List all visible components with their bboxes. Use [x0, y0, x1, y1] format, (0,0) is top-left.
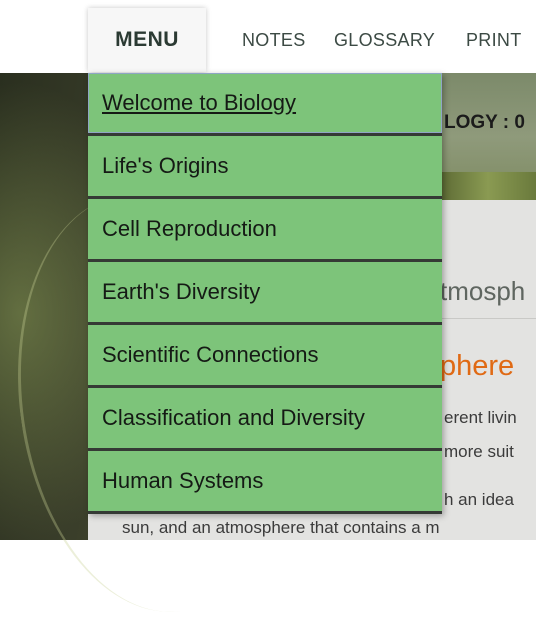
section-subheading: phere — [440, 350, 515, 382]
menu-item-human-systems[interactable]: Human Systems — [88, 451, 442, 514]
menu-item-lifes-origins[interactable]: Life's Origins — [88, 136, 442, 199]
course-title: LOGY : 0 — [444, 112, 525, 133]
menu-dropdown: Welcome to Biology Life's Origins Cell R… — [88, 73, 442, 514]
heading-divider — [440, 318, 536, 319]
menu-item-scientific-connections[interactable]: Scientific Connections — [88, 325, 442, 388]
menu-item-cell-reproduction[interactable]: Cell Reproduction — [88, 199, 442, 262]
body-text-line: h an idea — [444, 490, 514, 509]
print-link[interactable]: PRINT — [466, 30, 522, 51]
menu-item-welcome-to-biology[interactable]: Welcome to Biology — [88, 73, 442, 136]
section-heading: tmosph — [440, 276, 526, 306]
body-text-line: more suit — [444, 442, 514, 461]
menu-item-classification-and-diversity[interactable]: Classification and Diversity — [88, 388, 442, 451]
body-text-line: erent livin — [444, 408, 517, 427]
notes-link[interactable]: NOTES — [242, 30, 306, 51]
body-text-line: sun, and an atmosphere that contains a m — [122, 518, 440, 537]
menu-button[interactable]: MENU — [88, 8, 206, 72]
menu-item-earths-diversity[interactable]: Earth's Diversity — [88, 262, 442, 325]
banner-leaf-strip — [440, 172, 536, 200]
top-navigation-bar: MENU NOTES GLOSSARY PRINT — [0, 0, 536, 74]
glossary-link[interactable]: GLOSSARY — [334, 30, 435, 51]
